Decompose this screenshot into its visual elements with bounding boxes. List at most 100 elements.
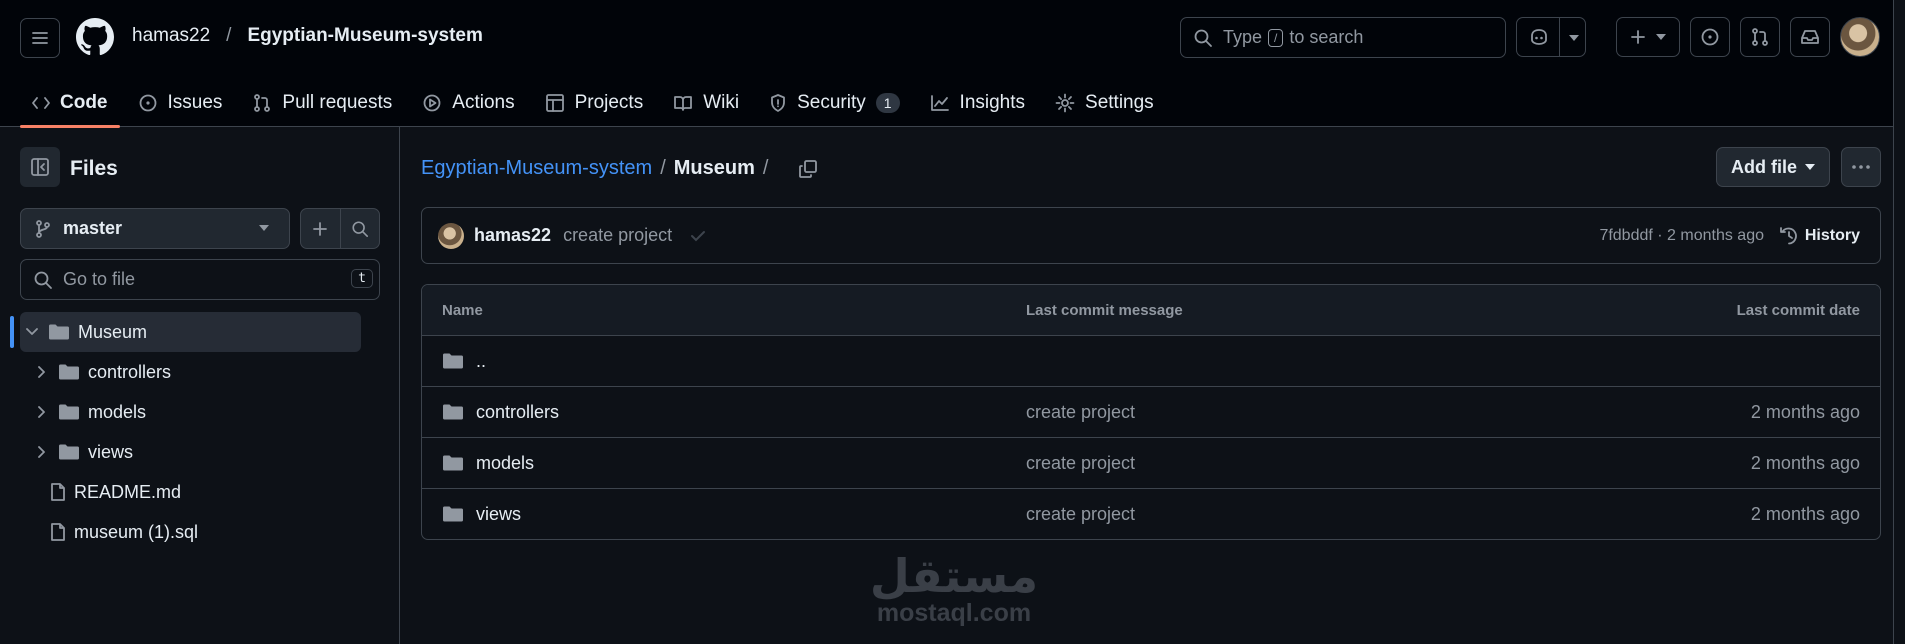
- tree-item-controllers[interactable]: controllers: [20, 352, 380, 392]
- tab-label: Pull requests: [282, 91, 393, 113]
- plus-icon: [1631, 30, 1645, 44]
- parent-directory-link[interactable]: ..: [476, 351, 486, 372]
- chevron-down-icon[interactable]: [1569, 35, 1579, 41]
- chevron-right-icon: [38, 366, 45, 378]
- tree-item-models[interactable]: models: [20, 392, 380, 432]
- table-row[interactable]: views create project 2 months ago: [422, 488, 1880, 539]
- table-row[interactable]: controllers create project 2 months ago: [422, 386, 1880, 437]
- history-button[interactable]: History: [1779, 226, 1860, 246]
- folder-link[interactable]: controllers: [476, 402, 559, 423]
- table-row[interactable]: models create project 2 months ago: [422, 437, 1880, 488]
- tab-code[interactable]: Code: [20, 78, 120, 128]
- collapse-sidebar-button[interactable]: [20, 147, 60, 187]
- go-to-file-placeholder: Go to file: [63, 269, 136, 289]
- search-files-button[interactable]: [341, 209, 380, 248]
- tab-insights[interactable]: Insights: [918, 78, 1037, 127]
- create-new-button[interactable]: [1616, 17, 1680, 57]
- top-bar: hamas22 / Egyptian-Museum-system Type / …: [0, 0, 1905, 75]
- pull-request-icon: [254, 93, 271, 112]
- search-placeholder-before: Type: [1223, 27, 1263, 47]
- sidebar-title: Files: [70, 157, 118, 180]
- breadcrumb-separator: /: [660, 157, 666, 179]
- inbox-button[interactable]: [1790, 17, 1830, 57]
- tree-item-readme[interactable]: README.md: [20, 472, 380, 512]
- menu-button[interactable]: [20, 18, 60, 58]
- search-placeholder-after: to search: [1289, 27, 1364, 47]
- branch-selector[interactable]: master: [20, 208, 290, 249]
- github-logo-icon[interactable]: [76, 18, 114, 56]
- file-tree: Museum controllers models views README.m…: [10, 312, 380, 552]
- tree-item-museum-sql[interactable]: museum (1).sql: [20, 512, 380, 552]
- folder-open-icon: [49, 324, 69, 340]
- commit-message[interactable]: create project: [563, 225, 672, 246]
- security-count-badge: 1: [875, 92, 900, 113]
- search-input[interactable]: Type / to search: [1180, 17, 1506, 58]
- folder-link[interactable]: views: [476, 504, 521, 525]
- add-file-dropdown-button[interactable]: Add file: [1716, 147, 1830, 187]
- file-tree-sidebar: Files master Go to file t Museum control…: [0, 127, 400, 644]
- tab-issues[interactable]: Issues: [126, 78, 235, 127]
- tree-item-museum[interactable]: Museum: [10, 312, 361, 352]
- tab-settings[interactable]: Settings: [1043, 78, 1166, 127]
- commit-author[interactable]: hamas22: [474, 225, 551, 246]
- tab-label: Insights: [959, 91, 1026, 113]
- commit-author-avatar[interactable]: [438, 222, 464, 249]
- tab-projects[interactable]: Projects: [533, 78, 656, 127]
- history-icon: [1779, 226, 1797, 244]
- tree-item-label: museum (1).sql: [74, 521, 199, 542]
- copilot-button[interactable]: [1516, 17, 1586, 57]
- header-name: Name: [442, 301, 483, 319]
- tab-label: Wiki: [703, 91, 740, 113]
- header-date: Last commit date: [1736, 301, 1860, 319]
- page-scrollbar[interactable]: [1893, 0, 1905, 644]
- tab-actions[interactable]: Actions: [410, 78, 526, 127]
- tab-label: Issues: [167, 91, 223, 113]
- commit-message-link[interactable]: create project: [1026, 453, 1135, 474]
- plus-icon: [313, 221, 328, 236]
- add-file-button[interactable]: [301, 209, 341, 248]
- pull-requests-button[interactable]: [1740, 17, 1780, 57]
- breadcrumb-repo-link[interactable]: Egyptian-Museum-system: [421, 157, 652, 180]
- issue-icon: [139, 94, 156, 111]
- folder-link[interactable]: models: [476, 453, 534, 474]
- commit-meta[interactable]: 7fdbddf · 2 months ago: [1599, 227, 1764, 245]
- tab-security[interactable]: Security 1: [757, 78, 911, 127]
- copy-path-icon[interactable]: [798, 159, 818, 179]
- parent-directory-row[interactable]: ..: [422, 335, 1880, 386]
- copilot-icon: [1531, 29, 1547, 45]
- tree-item-views[interactable]: views: [20, 432, 380, 472]
- table-header: Name Last commit message Last commit dat…: [422, 285, 1880, 335]
- tree-item-label: views: [88, 441, 134, 462]
- tree-chevron[interactable]: [34, 406, 50, 418]
- tree-chevron[interactable]: [24, 328, 40, 336]
- branch-icon: [36, 219, 50, 238]
- hamburger-icon: [32, 32, 48, 44]
- go-to-file-input[interactable]: Go to file t: [20, 259, 380, 300]
- tree-item-label: README.md: [74, 481, 182, 502]
- file-icon: [51, 483, 65, 501]
- sidebar-actions: [300, 208, 380, 249]
- parent-directory-cell[interactable]: ..: [442, 351, 486, 372]
- issues-button[interactable]: [1690, 17, 1730, 57]
- check-icon[interactable]: [690, 230, 706, 242]
- repo-link[interactable]: Egyptian-Museum-system: [247, 25, 482, 47]
- tree-chevron[interactable]: [34, 446, 50, 458]
- tab-pull-requests[interactable]: Pull requests: [240, 78, 404, 127]
- chevron-down-icon: [26, 328, 38, 335]
- commit-message-link[interactable]: create project: [1026, 504, 1135, 525]
- commit-message-link[interactable]: create project: [1026, 402, 1135, 423]
- user-avatar[interactable]: [1840, 17, 1880, 57]
- tree-item-label: controllers: [88, 361, 172, 382]
- book-icon: [674, 95, 693, 111]
- tab-label: Settings: [1085, 91, 1154, 113]
- folder-icon: [443, 404, 463, 420]
- more-options-button[interactable]: [1841, 147, 1881, 187]
- file-table: Name Last commit message Last commit dat…: [421, 284, 1881, 540]
- history-label: History: [1804, 226, 1860, 244]
- inbox-icon: [1801, 30, 1819, 44]
- owner-link[interactable]: hamas22: [132, 25, 210, 47]
- tab-wiki[interactable]: Wiki: [661, 78, 751, 127]
- tree-chevron[interactable]: [34, 366, 50, 378]
- kebab-horizontal-icon: [1852, 165, 1870, 169]
- chevron-down-icon: [259, 225, 269, 231]
